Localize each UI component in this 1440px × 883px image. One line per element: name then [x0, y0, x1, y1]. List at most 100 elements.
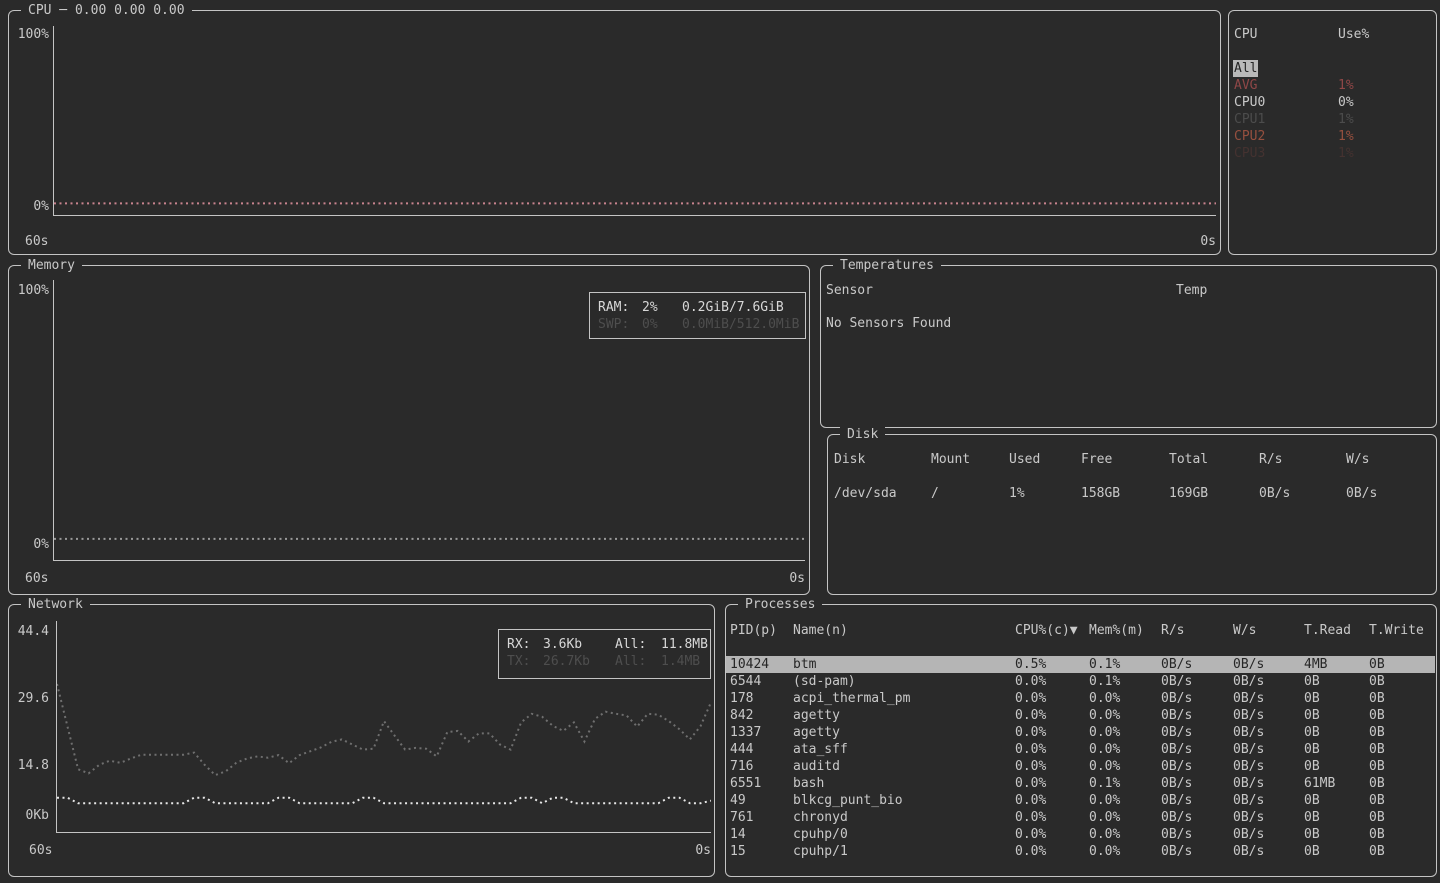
- cell: 0.5%: [1015, 656, 1089, 673]
- cell: 49: [730, 792, 793, 809]
- cell: 178: [730, 690, 793, 707]
- temperatures-empty-message: No Sensors Found: [826, 315, 951, 332]
- process-row[interactable]: 716auditd0.0%0.0%0B/s0B/s0B0B: [726, 758, 1435, 775]
- column-header: Name(n): [793, 622, 1015, 639]
- cell: 0B/s: [1161, 826, 1233, 843]
- cell: 0.0%: [1089, 792, 1161, 809]
- cpu-legend-panel[interactable]: CPUUse% AllAVG1%CPU00%CPU11%CPU21%CPU31%: [1228, 10, 1437, 255]
- process-row[interactable]: 14cpuhp/00.0%0.0%0B/s0B/s0B0B: [726, 826, 1435, 843]
- process-row[interactable]: 6551bash0.0%0.1%0B/s0B/s61MB0B: [726, 775, 1435, 792]
- process-row[interactable]: 178acpi_thermal_pm0.0%0.0%0B/s0B/s0B0B: [726, 690, 1435, 707]
- cpu-x-left-label: 60s: [25, 233, 48, 250]
- cell: chronyd: [793, 809, 1015, 826]
- disk-panel-title: Disk: [840, 426, 885, 443]
- cpu-legend-row[interactable]: AVG1%: [1229, 77, 1435, 94]
- cell: 0B: [1369, 690, 1435, 707]
- process-row[interactable]: 761chronyd0.0%0.0%0B/s0B/s0B0B: [726, 809, 1435, 826]
- cell: 0B/s: [1161, 843, 1233, 860]
- cell: 0B: [1304, 707, 1369, 724]
- memory-legend-box: RAM: 2% 0.2GiB/7.6GiB SWP: 0% 0.0MiB/512…: [589, 292, 806, 339]
- cell: 0.0%: [1015, 741, 1089, 758]
- cpu-legend-row[interactable]: CPU00%: [1229, 94, 1435, 111]
- network-panel[interactable]: Network 44.4 29.6 14.8 0Kb RX: 3.6Kb All…: [8, 604, 715, 877]
- disk-panel[interactable]: Disk DiskMountUsedFreeTotalR/sW/s /dev/s…: [827, 434, 1437, 595]
- cell: 0.0%: [1089, 843, 1161, 860]
- cell: 0B/s: [1161, 724, 1233, 741]
- rx-label: RX:: [507, 636, 543, 653]
- cell: 0.0%: [1089, 724, 1161, 741]
- process-row[interactable]: 10424btm0.5%0.1%0B/s0B/s4MB0B: [726, 656, 1435, 673]
- cell: 761: [730, 809, 793, 826]
- column-header: PID(p): [730, 622, 793, 639]
- cpu-usage-chart[interactable]: [54, 36, 1216, 206]
- swap-percent: 0%: [642, 316, 682, 333]
- network-y-label-0: 44.4: [13, 623, 49, 640]
- process-row[interactable]: 15cpuhp/10.0%0.0%0B/s0B/s0B0B: [726, 843, 1435, 860]
- cpu-legend-row[interactable]: CPU21%: [1229, 128, 1435, 145]
- cell: 0B: [1369, 826, 1435, 843]
- column-header: Used: [1009, 451, 1081, 468]
- temperatures-panel[interactable]: Temperatures SensorTemp No Sensors Found: [820, 265, 1437, 428]
- temperatures-header: SensorTemp: [821, 282, 1435, 299]
- cell: 0B: [1304, 843, 1369, 860]
- cell: 0B/s: [1233, 843, 1304, 860]
- cpu-legend-row[interactable]: CPU31%: [1229, 145, 1435, 162]
- cell: 1%: [1338, 77, 1435, 94]
- memory-y-max-label: 100%: [13, 282, 49, 299]
- cell: 0.0%: [1015, 826, 1089, 843]
- rx-legend-row: RX: 3.6Kb All: 11.8MB: [507, 636, 710, 653]
- network-x-right-label: 0s: [681, 842, 711, 859]
- process-row[interactable]: 6544(sd-pam)0.0%0.1%0B/s0B/s0B0B: [726, 673, 1435, 690]
- processes-panel[interactable]: Processes PID(p)Name(n)CPU%(c)▼Mem%(m)R/…: [725, 604, 1437, 877]
- cell: 0B/s: [1233, 724, 1304, 741]
- cell: 4MB: [1304, 656, 1369, 673]
- cpu-panel[interactable]: CPU ─ 0.00 0.00 0.00 100% 0% 60s 0s: [8, 10, 1221, 255]
- cell: 0.0%: [1089, 826, 1161, 843]
- cell: 0.0%: [1089, 690, 1161, 707]
- cell: 0B/s: [1233, 758, 1304, 775]
- ram-percent: 2%: [642, 299, 682, 316]
- cell: acpi_thermal_pm: [793, 690, 1015, 707]
- cell: 0B: [1304, 826, 1369, 843]
- process-row[interactable]: 842agetty0.0%0.0%0B/s0B/s0B0B: [726, 707, 1435, 724]
- cell: 0B/s: [1161, 707, 1233, 724]
- network-panel-title: Network: [21, 596, 90, 613]
- ram-label: RAM:: [598, 299, 642, 316]
- memory-panel[interactable]: Memory 100% 0% RAM: 2% 0.2GiB/7.6GiB SWP…: [8, 265, 810, 595]
- ram-legend-row: RAM: 2% 0.2GiB/7.6GiB: [598, 299, 805, 316]
- column-header: Sensor: [826, 282, 1176, 299]
- processes-header[interactable]: PID(p)Name(n)CPU%(c)▼Mem%(m)R/sW/sT.Read…: [726, 622, 1435, 639]
- cell: 0.1%: [1089, 673, 1161, 690]
- column-header: T.Read: [1304, 622, 1369, 639]
- cell: 0.0%: [1089, 809, 1161, 826]
- process-row[interactable]: 444ata_sff0.0%0.0%0B/s0B/s0B0B: [726, 741, 1435, 758]
- cell: 1%: [1338, 111, 1435, 128]
- tx-total: 1.4MB: [661, 653, 710, 670]
- tx-rate: 26.7Kb: [543, 653, 615, 670]
- network-y-label-2: 14.8: [13, 757, 49, 774]
- cell: 0B/s: [1259, 485, 1346, 502]
- cell: 0.0%: [1089, 707, 1161, 724]
- column-header: R/s: [1161, 622, 1233, 639]
- process-row[interactable]: 49blkcg_punt_bio0.0%0.0%0B/s0B/s0B0B: [726, 792, 1435, 809]
- cell: 0B/s: [1233, 775, 1304, 792]
- cell: 0B: [1369, 741, 1435, 758]
- cell: agetty: [793, 724, 1015, 741]
- column-header: Temp: [1176, 282, 1435, 299]
- cell: agetty: [793, 707, 1015, 724]
- disk-row[interactable]: /dev/sda/1%158GB169GB0B/s0B/s: [828, 485, 1435, 502]
- cell: AVG: [1234, 77, 1338, 94]
- memory-panel-title: Memory: [21, 257, 82, 274]
- cell: cpuhp/0: [793, 826, 1015, 843]
- cell: 0.0%: [1015, 843, 1089, 860]
- cell: 0.0%: [1015, 724, 1089, 741]
- cpu-legend-row[interactable]: All: [1229, 60, 1435, 77]
- cell: 0B/s: [1161, 656, 1233, 673]
- cell: 0B/s: [1161, 673, 1233, 690]
- cpu-legend-row[interactable]: CPU11%: [1229, 111, 1435, 128]
- process-row[interactable]: 1337agetty0.0%0.0%0B/s0B/s0B0B: [726, 724, 1435, 741]
- cell: 1337: [730, 724, 793, 741]
- cell: 0B/s: [1233, 809, 1304, 826]
- cell: 0B: [1304, 792, 1369, 809]
- cell: 0B/s: [1233, 673, 1304, 690]
